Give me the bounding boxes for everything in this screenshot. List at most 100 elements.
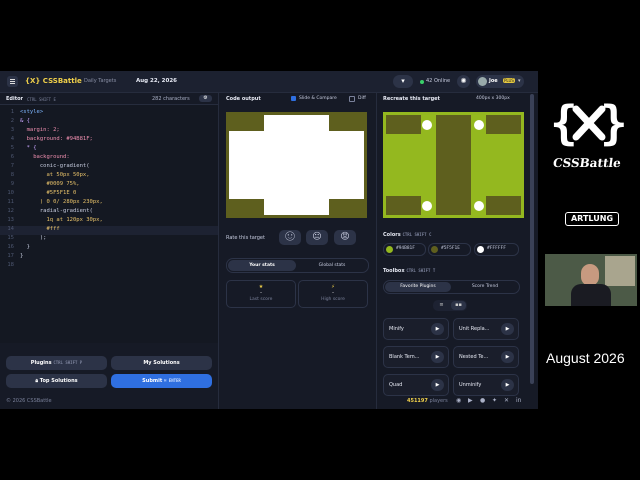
tab-your-stats[interactable]: Your stats [228, 260, 296, 271]
menu-icon[interactable] [7, 76, 18, 87]
code-line[interactable]: 4 background: #94B81F; [0, 136, 218, 145]
gear-icon[interactable]: ⚙ [199, 95, 212, 102]
code-line[interactable]: 13 1q at 120px 30px, [0, 217, 218, 226]
code-text: } [20, 253, 24, 259]
code-line[interactable]: 16 } [0, 244, 218, 253]
brand-logo[interactable]: {X} CSSBattle [25, 77, 82, 85]
target-size: 400px x 300px [476, 96, 510, 101]
line-number: 11 [7, 199, 14, 205]
code-text: * { [20, 145, 37, 151]
line-number: 3 [10, 127, 14, 133]
code-line[interactable]: 12 radial-gradient( [0, 208, 218, 217]
rate-happy-icon[interactable]: 🙂︎ [279, 230, 301, 245]
rate-neutral-icon[interactable]: 😐︎ [306, 230, 328, 245]
view-toggle: ≡ ▪▪ [433, 300, 467, 311]
code-text: } [20, 244, 30, 250]
list-view-icon[interactable]: ≡ [434, 301, 449, 310]
user-menu[interactable]: Joe PLUS ▾ [476, 75, 524, 88]
line-number: 12 [7, 208, 14, 214]
target-dark-block [436, 115, 471, 215]
line-number: 4 [10, 136, 14, 142]
code-line[interactable]: 9 #0009 75%, [0, 181, 218, 190]
github-icon[interactable]: ● [480, 397, 485, 404]
output-white-area [264, 115, 329, 215]
code-line[interactable]: 10 #5F5F1E 0 [0, 190, 218, 199]
scrollbar[interactable] [530, 94, 534, 384]
tab-favorite-plugins[interactable]: Favorite Plugins [385, 282, 451, 292]
grid-view-icon[interactable]: ▪▪ [451, 301, 466, 310]
plugin-unminify[interactable]: Unminify ▶ [453, 374, 519, 396]
code-text: #5F5F1E 0 [20, 190, 77, 196]
last-score-label: Last score [249, 297, 273, 302]
code-line[interactable]: 17} [0, 253, 218, 262]
code-line[interactable]: 6 background: [0, 154, 218, 163]
cssbattle-app: {X} CSSBattle Daily Targets Aug 22, 2026… [0, 71, 538, 409]
code-line[interactable]: 5 * { [0, 145, 218, 154]
play-icon: ▶ [431, 323, 444, 335]
bell-icon[interactable]: ▾ [393, 75, 413, 88]
code-text: at 50px 50px, [20, 172, 90, 178]
youtube-icon[interactable]: ▶ [468, 397, 473, 404]
breadcrumb-current-date: Aug 22, 2026 [136, 78, 177, 84]
code-line[interactable]: 2 & { [0, 118, 218, 127]
code-line[interactable]: 3 margin: 2; [0, 127, 218, 136]
plugin-blank-template[interactable]: Blank Tem... ▶ [383, 346, 449, 368]
color-swatch-1[interactable]: #94B81F [383, 243, 426, 256]
theme-toggle-icon[interactable]: ✺ [457, 75, 470, 88]
user-name: Joe [489, 78, 498, 84]
target-title: Recreate this target [383, 96, 440, 102]
code-editor[interactable]: 1 <style> 2 & {3 margin: 2; 4 background: #9… [0, 105, 218, 343]
line-number: 9 [10, 181, 14, 187]
toolbox-tabs: Favorite Plugins Score Trend [383, 280, 520, 294]
webcam-person-head [581, 264, 599, 286]
plugin-minify[interactable]: Minify ▶ [383, 318, 449, 340]
code-output-preview[interactable] [226, 112, 367, 218]
bluesky-icon[interactable]: ✦ [492, 397, 497, 404]
code-line[interactable]: 11 ) 0 0/ 280px 230px, [0, 199, 218, 208]
color-swatch-2[interactable]: #5F5F1E [428, 243, 471, 256]
character-count: 282 characters [152, 96, 190, 102]
submit-button[interactable]: Submit ⌘ ENTER [111, 374, 212, 388]
line-number: 5 [10, 145, 14, 151]
play-icon: ▶ [431, 351, 444, 363]
discord-icon[interactable]: ◉ [456, 397, 461, 404]
linkedin-icon[interactable]: in [516, 397, 521, 404]
top-solutions-button[interactable]: 🔒︎ Top Solutions [6, 374, 107, 388]
diff-checkbox[interactable] [349, 96, 355, 102]
toolbox-title: Toolbox CTRL SHIFT T [383, 268, 436, 274]
rate-angry-icon[interactable]: 😡︎ [334, 230, 356, 245]
high-score-card: ⚡︎ - High score [298, 280, 368, 308]
my-solutions-button[interactable]: My Solutions [111, 356, 212, 370]
target-dark-block [486, 196, 521, 215]
code-text: conic-gradient( [20, 163, 90, 169]
code-line[interactable]: 7 conic-gradient( [0, 163, 218, 172]
plugin-nested-template[interactable]: Nested Te... ▶ [453, 346, 519, 368]
slide-compare-checkbox[interactable] [291, 96, 296, 101]
color-swatch-3[interactable]: #FFFFFF [474, 243, 519, 256]
code-line[interactable]: 8 at 50px 50px, [0, 172, 218, 181]
code-line[interactable]: 18 [0, 262, 218, 271]
x-icon[interactable]: ✕ [504, 397, 509, 404]
plugin-quad[interactable]: Quad ▶ [383, 374, 449, 396]
cssbattle-wordmark: CSSBattle [552, 156, 622, 170]
tab-score-trend[interactable]: Score Trend [452, 282, 518, 292]
play-icon: ▶ [431, 379, 444, 391]
code-line[interactable]: 15 ); [0, 235, 218, 244]
avatar [478, 77, 487, 86]
line-number: 15 [7, 235, 14, 241]
target-dark-block [386, 115, 421, 134]
breadcrumb-daily-targets[interactable]: Daily Targets [84, 78, 116, 84]
line-number: 14 [7, 226, 14, 232]
code-line[interactable]: 1 <style> [0, 109, 218, 118]
plugin-unit-replace[interactable]: Unit Repla... ▶ [453, 318, 519, 340]
line-number: 7 [10, 163, 14, 169]
play-icon: ▶ [501, 379, 514, 391]
line-number: 2 [10, 118, 14, 124]
code-line[interactable]: 14 #fff [0, 226, 218, 235]
code-text: background: [20, 154, 70, 160]
target-circle [422, 120, 432, 130]
tab-global-stats[interactable]: Global stats [298, 260, 366, 271]
code-text: #0009 75%, [20, 181, 80, 187]
target-image [383, 112, 524, 218]
plugins-button[interactable]: Plugins CTRL SHIFT P [6, 356, 107, 370]
